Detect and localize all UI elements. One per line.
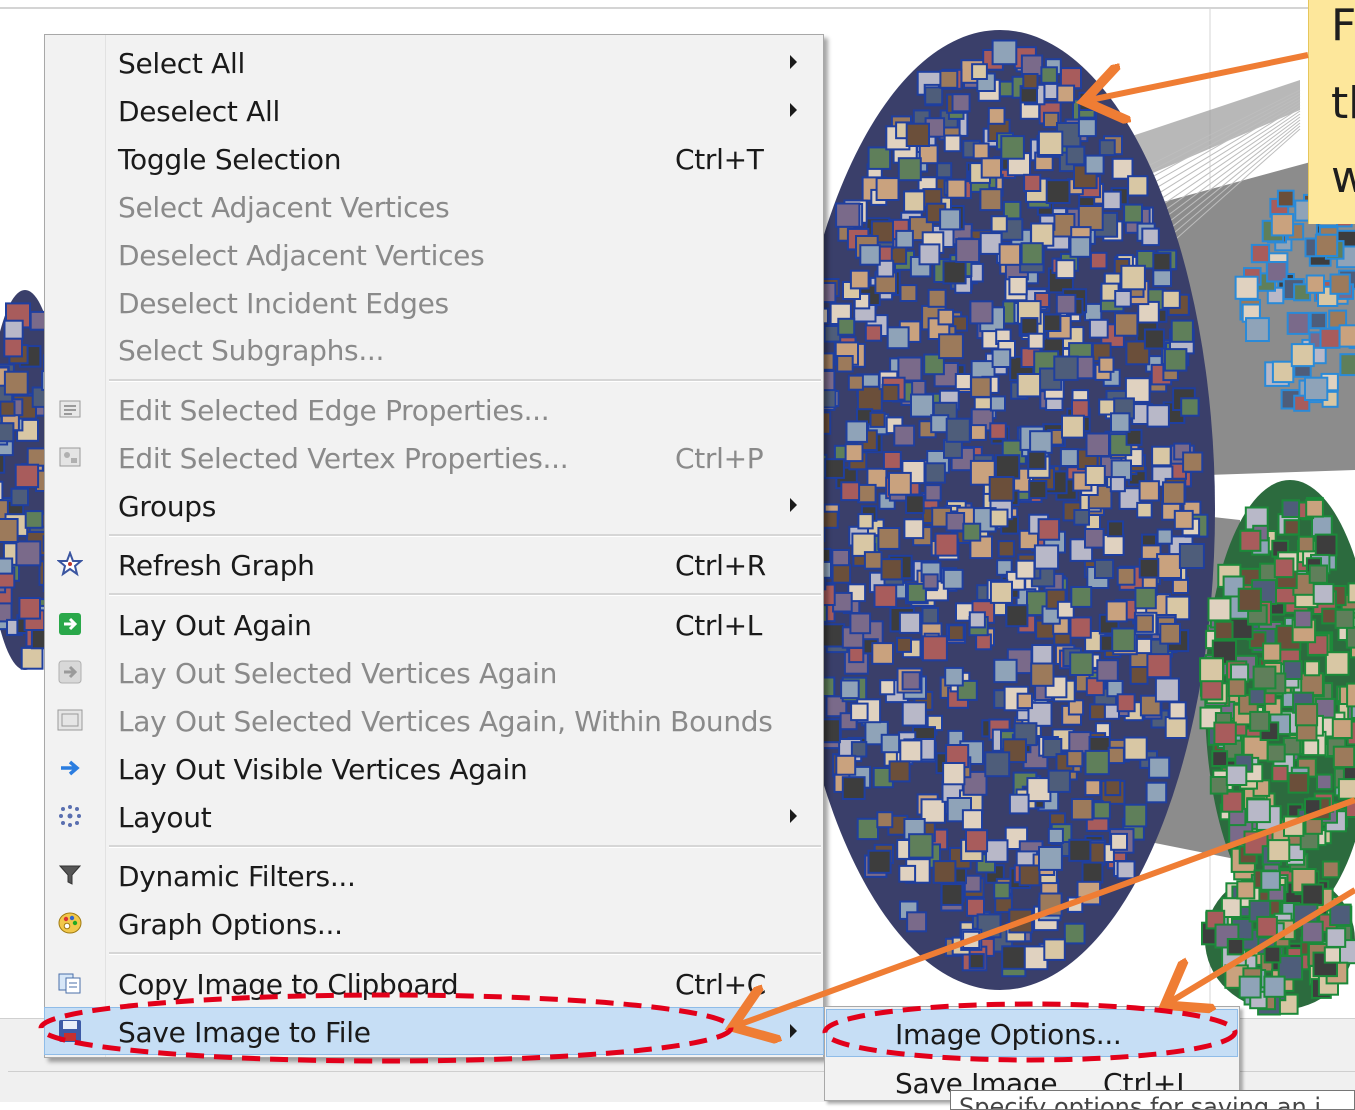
menu-item-shortcut: Ctrl+P bbox=[675, 442, 763, 475]
funnel-icon bbox=[57, 862, 83, 888]
submenu-item-image-options[interactable]: Image Options... bbox=[827, 1010, 1237, 1056]
menu-item-deselect-adjacent-vertices[interactable]: Deselect Adjacent Vertices bbox=[45, 231, 823, 277]
menu-item-label: Copy Image to Clipboard bbox=[118, 968, 458, 1001]
menu-item-label: Edit Selected Vertex Properties... bbox=[118, 442, 568, 475]
menu-item-dynamic-filters[interactable]: Dynamic Filters... bbox=[45, 852, 823, 898]
bounds-icon bbox=[57, 707, 83, 733]
menu-item-shortcut: Ctrl+C bbox=[675, 968, 766, 1001]
gray-arrow-icon bbox=[57, 659, 83, 685]
menu-item-groups[interactable]: Groups bbox=[45, 482, 823, 528]
menu-item-label: Groups bbox=[118, 490, 216, 523]
menu-item-deselect-incident-edges[interactable]: Deselect Incident Edges bbox=[45, 279, 823, 325]
callout-box: F th w bbox=[1308, 0, 1355, 224]
menu-item-select-subgraphs[interactable]: Select Subgraphs... bbox=[45, 326, 823, 372]
menu-item-lay-out-selected-within-bounds[interactable]: Lay Out Selected Vertices Again, Within … bbox=[45, 697, 823, 743]
menu-item-lay-out-again[interactable]: Lay Out Again Ctrl+L bbox=[45, 601, 823, 647]
menu-item-label: Select Subgraphs... bbox=[118, 334, 384, 367]
submenu-arrow-icon bbox=[790, 55, 797, 69]
submenu-arrow-icon bbox=[790, 103, 797, 117]
menu-item-shortcut: Ctrl+T bbox=[675, 143, 764, 176]
menu-item-label: Lay Out Selected Vertices Again bbox=[118, 657, 557, 690]
menu-item-label: Lay Out Again bbox=[118, 609, 312, 642]
menu-separator bbox=[109, 379, 821, 382]
menu-separator bbox=[109, 593, 821, 596]
callout-line-2: th bbox=[1331, 82, 1355, 126]
menu-item-shortcut: Ctrl+L bbox=[675, 609, 762, 642]
callout-line-3: w bbox=[1331, 156, 1355, 200]
menu-item-label: Deselect All bbox=[118, 95, 280, 128]
menu-item-label: Select Adjacent Vertices bbox=[118, 191, 449, 224]
save-image-submenu: Image Options... Save Image Ctrl+I bbox=[824, 1006, 1240, 1101]
callout-line-1: F bbox=[1331, 4, 1355, 48]
menu-item-label: Select All bbox=[118, 47, 245, 80]
menu-item-toggle-selection[interactable]: Toggle Selection Ctrl+T bbox=[45, 135, 823, 181]
menu-item-graph-options[interactable]: Graph Options... bbox=[45, 900, 823, 946]
menu-item-save-image-to-file[interactable]: Save Image to File bbox=[45, 1008, 823, 1054]
blue-arrow-icon bbox=[57, 755, 83, 781]
menu-item-layout[interactable]: Layout bbox=[45, 793, 823, 839]
menu-separator bbox=[109, 845, 821, 848]
menu-item-select-all[interactable]: Select All bbox=[45, 39, 823, 85]
menu-item-edit-edge-properties[interactable]: Edit Selected Edge Properties... bbox=[45, 386, 823, 432]
menu-separator bbox=[109, 952, 821, 955]
menu-item-label: Deselect Adjacent Vertices bbox=[118, 239, 484, 272]
menu-item-label: Deselect Incident Edges bbox=[118, 287, 449, 320]
menu-item-label: Refresh Graph bbox=[118, 549, 315, 582]
green-arrow-icon bbox=[57, 611, 83, 637]
tooltip-text: Specify options for saving an i bbox=[959, 1093, 1321, 1110]
menu-item-label: Layout bbox=[118, 801, 211, 834]
refresh-star-icon bbox=[57, 551, 83, 577]
menu-item-label: Lay Out Visible Vertices Again bbox=[118, 753, 527, 786]
menu-item-label: Edit Selected Edge Properties... bbox=[118, 394, 549, 427]
menu-item-label: Toggle Selection bbox=[118, 143, 341, 176]
menu-separator bbox=[109, 534, 821, 537]
submenu-arrow-icon bbox=[790, 498, 797, 512]
palette-icon bbox=[57, 910, 83, 936]
menu-item-label: Lay Out Selected Vertices Again, Within … bbox=[118, 705, 773, 738]
context-menu: Select All Deselect All Toggle Selection… bbox=[44, 34, 824, 1058]
submenu-arrow-icon bbox=[790, 809, 797, 823]
copy-icon bbox=[57, 970, 83, 996]
menu-item-shortcut: Ctrl+R bbox=[675, 549, 766, 582]
menu-item-label: Save Image to File bbox=[118, 1016, 371, 1049]
submenu-arrow-icon bbox=[790, 1024, 797, 1038]
menu-item-copy-image[interactable]: Copy Image to Clipboard Ctrl+C bbox=[45, 960, 823, 1006]
menu-item-lay-out-visible-again[interactable]: Lay Out Visible Vertices Again bbox=[45, 745, 823, 791]
menu-item-label: Dynamic Filters... bbox=[118, 860, 356, 893]
edge-properties-icon bbox=[57, 396, 83, 422]
tooltip: Specify options for saving an i bbox=[950, 1090, 1355, 1110]
layout-dots-icon bbox=[57, 803, 83, 829]
menu-item-deselect-all[interactable]: Deselect All bbox=[45, 87, 823, 133]
menu-item-refresh-graph[interactable]: Refresh Graph Ctrl+R bbox=[45, 541, 823, 587]
vertex-properties-icon bbox=[57, 444, 83, 470]
save-disk-icon bbox=[57, 1018, 83, 1044]
menu-item-select-adjacent-vertices[interactable]: Select Adjacent Vertices bbox=[45, 183, 823, 229]
menu-item-edit-vertex-properties[interactable]: Edit Selected Vertex Properties... Ctrl+… bbox=[45, 434, 823, 480]
menu-item-label: Graph Options... bbox=[118, 908, 343, 941]
menu-item-lay-out-selected-again[interactable]: Lay Out Selected Vertices Again bbox=[45, 649, 823, 695]
submenu-item-label: Image Options... bbox=[895, 1018, 1122, 1051]
